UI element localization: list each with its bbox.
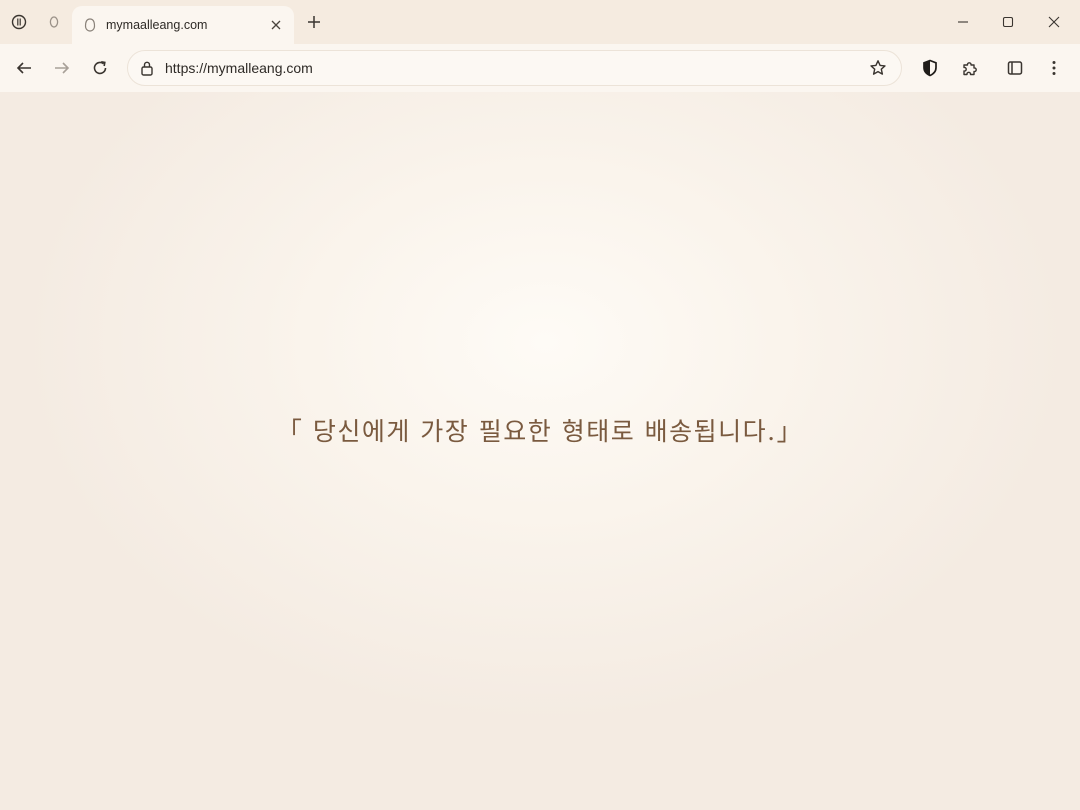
star-icon[interactable] <box>867 57 889 79</box>
url-text[interactable]: https://mymalleang.com <box>165 60 867 76</box>
active-tab[interactable]: mymaalleang.com <box>72 6 294 44</box>
loading-tab-icon[interactable] <box>40 8 68 36</box>
kebab-menu-icon[interactable] <box>1039 53 1069 83</box>
tab-title: mymaalleang.com <box>106 18 208 32</box>
minimize-icon[interactable] <box>949 8 977 36</box>
back-arrow-icon[interactable] <box>9 53 39 83</box>
page-content: 「 당신에게 가장 필요한 형태로 배송됩니다.」 <box>0 92 1080 810</box>
default-favicon-icon <box>82 17 98 33</box>
split-view-icon[interactable] <box>1000 53 1030 83</box>
reload-icon[interactable] <box>85 53 115 83</box>
maximize-icon[interactable] <box>994 8 1022 36</box>
forward-arrow-icon[interactable] <box>47 53 77 83</box>
shield-icon[interactable] <box>915 53 945 83</box>
close-icon[interactable] <box>266 15 286 35</box>
delivery-tagline: 「 당신에게 가장 필요한 형태로 배송됩니다.」 <box>276 417 804 446</box>
lock-icon[interactable] <box>138 59 156 77</box>
window-close-icon[interactable] <box>1040 8 1068 36</box>
puzzle-icon[interactable] <box>955 53 985 83</box>
browser-toolbar: https://mymalleang.com <box>0 44 1080 92</box>
tab-strip: mymaalleang.com <box>0 0 1080 44</box>
tab-search-icon[interactable] <box>5 8 33 36</box>
plus-icon[interactable] <box>301 9 327 35</box>
address-bar[interactable]: https://mymalleang.com <box>127 50 902 86</box>
